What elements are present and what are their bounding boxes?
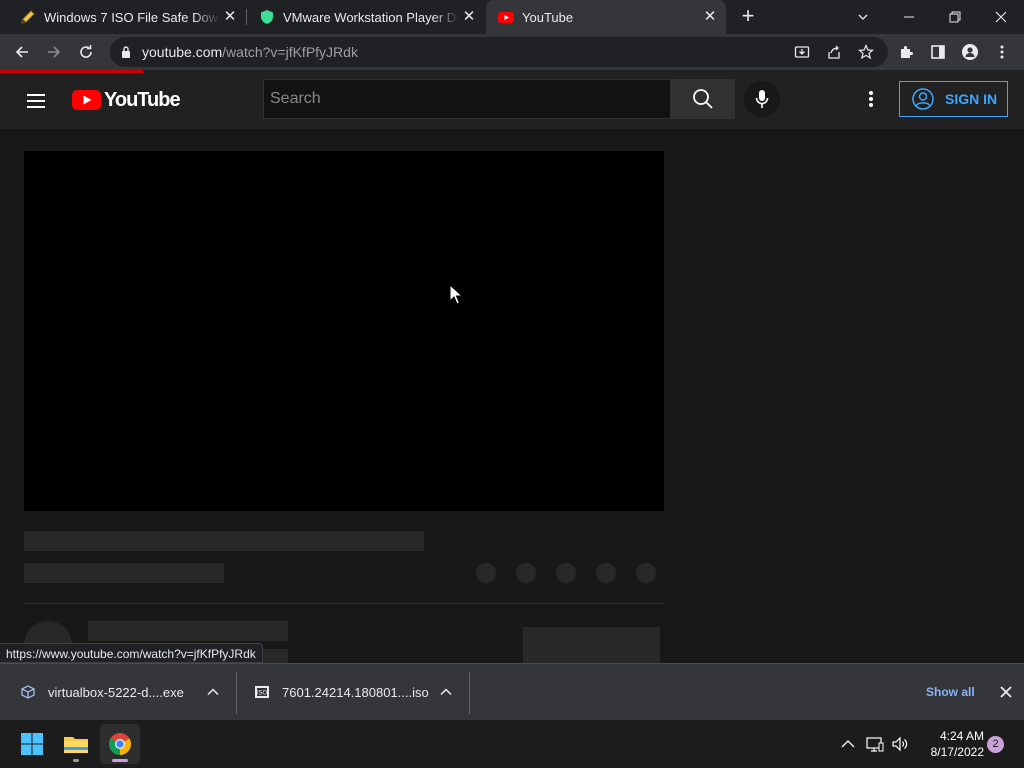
tab-youtube[interactable]: YouTube ✕ bbox=[486, 0, 726, 34]
tab-title: Windows 7 ISO File Safe Download bbox=[44, 9, 220, 25]
profile-icon[interactable] bbox=[956, 38, 984, 66]
pencil-icon bbox=[20, 9, 36, 25]
url-host: youtube.com bbox=[142, 44, 223, 60]
meta-placeholder bbox=[24, 563, 224, 583]
hamburger-menu-icon[interactable] bbox=[24, 89, 48, 113]
shield-icon bbox=[259, 9, 275, 25]
video-player[interactable] bbox=[24, 151, 664, 511]
divider bbox=[24, 603, 664, 604]
action-placeholder bbox=[516, 563, 536, 583]
windows-start-icon[interactable] bbox=[12, 724, 52, 764]
search-button[interactable] bbox=[671, 79, 735, 119]
tab-windows7-iso[interactable]: Windows 7 ISO File Safe Download ✕ bbox=[8, 0, 246, 34]
close-window-icon[interactable] bbox=[978, 0, 1024, 34]
url-path: /watch?v=jfKfPfyJRdk bbox=[222, 44, 358, 60]
action-placeholder bbox=[596, 563, 616, 583]
download-item[interactable]: virtualbox-5222-d....exe bbox=[20, 664, 236, 720]
shelf-separator bbox=[236, 672, 237, 714]
forward-icon[interactable] bbox=[40, 38, 68, 66]
action-placeholder bbox=[556, 563, 576, 583]
bookmark-star-icon[interactable] bbox=[856, 42, 876, 62]
address-bar[interactable]: youtube.com/watch?v=jfKfPfyJRdk bbox=[110, 37, 888, 67]
windows-taskbar: 4:24 AM 8/17/2022 2 bbox=[0, 720, 1024, 768]
youtube-play-logo-icon bbox=[72, 90, 101, 110]
menu-kebab-icon[interactable] bbox=[988, 38, 1016, 66]
tab-title: VMware Workstation Player Download bbox=[283, 9, 459, 25]
side-panel-icon[interactable] bbox=[924, 38, 952, 66]
url-text[interactable]: youtube.com/watch?v=jfKfPfyJRdk bbox=[142, 44, 358, 60]
reload-icon[interactable] bbox=[72, 38, 100, 66]
browser-toolbar: youtube.com/watch?v=jfKfPfyJRdk bbox=[0, 34, 1024, 70]
youtube-wordmark: YouTube bbox=[104, 88, 181, 111]
voice-search-button[interactable] bbox=[744, 81, 780, 117]
search-box[interactable] bbox=[263, 79, 671, 119]
microphone-icon bbox=[755, 90, 769, 108]
notification-badge[interactable]: 2 bbox=[987, 736, 1004, 753]
close-icon[interactable]: ✕ bbox=[702, 9, 718, 25]
show-hidden-icons-chevron-up-icon[interactable] bbox=[838, 734, 858, 754]
clock-date: 8/17/2022 bbox=[930, 745, 984, 759]
watch-page bbox=[0, 129, 1024, 669]
install-app-icon[interactable] bbox=[792, 42, 812, 62]
chrome-icon[interactable] bbox=[100, 724, 140, 764]
disc-image-icon: ISO bbox=[254, 684, 270, 700]
youtube-header: YouTube SIGN IN bbox=[0, 73, 1024, 129]
account-circle-icon bbox=[912, 88, 934, 110]
tab-strip: Windows 7 ISO File Safe Download ✕ VMwar… bbox=[0, 0, 1024, 34]
virtualbox-icon bbox=[20, 684, 36, 700]
close-icon[interactable]: ✕ bbox=[222, 9, 238, 25]
network-icon[interactable] bbox=[865, 734, 885, 754]
tab-vmware[interactable]: VMware Workstation Player Download ✕ bbox=[247, 0, 485, 34]
download-shelf: virtualbox-5222-d....exe ISO 7601.24214.… bbox=[0, 663, 1024, 720]
running-indicator bbox=[73, 759, 79, 762]
mouse-cursor-icon bbox=[449, 284, 463, 305]
download-filename: 7601.24214.180801....iso bbox=[282, 684, 429, 700]
show-all-downloads-link[interactable]: Show all bbox=[926, 685, 975, 699]
channel-placeholder bbox=[88, 621, 288, 641]
new-tab-button[interactable]: + bbox=[736, 5, 760, 29]
clock-time: 4:24 AM bbox=[939, 729, 984, 743]
svg-text:ISO: ISO bbox=[257, 690, 268, 697]
tab-search-icon[interactable] bbox=[840, 0, 886, 34]
file-explorer-icon[interactable] bbox=[56, 724, 96, 764]
action-placeholder bbox=[636, 563, 656, 583]
chevron-up-icon[interactable] bbox=[206, 685, 220, 699]
share-icon[interactable] bbox=[824, 42, 844, 62]
close-icon[interactable] bbox=[998, 684, 1014, 700]
download-item[interactable]: ISO 7601.24214.180801....iso bbox=[254, 664, 468, 720]
action-placeholder bbox=[476, 563, 496, 583]
restore-icon[interactable] bbox=[932, 0, 978, 34]
back-icon[interactable] bbox=[8, 38, 36, 66]
lock-icon[interactable] bbox=[120, 45, 132, 64]
youtube-logo[interactable]: YouTube bbox=[72, 88, 181, 112]
sign-in-label: SIGN IN bbox=[945, 91, 998, 107]
title-placeholder bbox=[24, 531, 424, 551]
shelf-separator bbox=[469, 672, 470, 714]
screen: Windows 7 ISO File Safe Download ✕ VMwar… bbox=[0, 0, 1024, 768]
subscribe-placeholder bbox=[523, 627, 660, 663]
status-bubble-url: https://www.youtube.com/watch?v=jfKfPfyJ… bbox=[0, 643, 263, 663]
search-input[interactable] bbox=[264, 80, 670, 118]
tab-title: YouTube bbox=[522, 9, 574, 25]
close-icon[interactable]: ✕ bbox=[461, 9, 477, 25]
system-clock[interactable]: 4:24 AM 8/17/2022 bbox=[914, 728, 984, 760]
active-indicator bbox=[112, 759, 128, 762]
sign-in-button[interactable]: SIGN IN bbox=[899, 81, 1008, 117]
settings-more-icon[interactable] bbox=[859, 87, 883, 111]
chevron-up-icon[interactable] bbox=[439, 685, 453, 699]
download-filename: virtualbox-5222-d....exe bbox=[48, 684, 184, 700]
youtube-icon bbox=[498, 9, 514, 25]
minimize-icon[interactable] bbox=[886, 0, 932, 34]
search-icon bbox=[693, 89, 713, 109]
extensions-icon[interactable] bbox=[892, 38, 920, 66]
volume-icon[interactable] bbox=[890, 734, 910, 754]
